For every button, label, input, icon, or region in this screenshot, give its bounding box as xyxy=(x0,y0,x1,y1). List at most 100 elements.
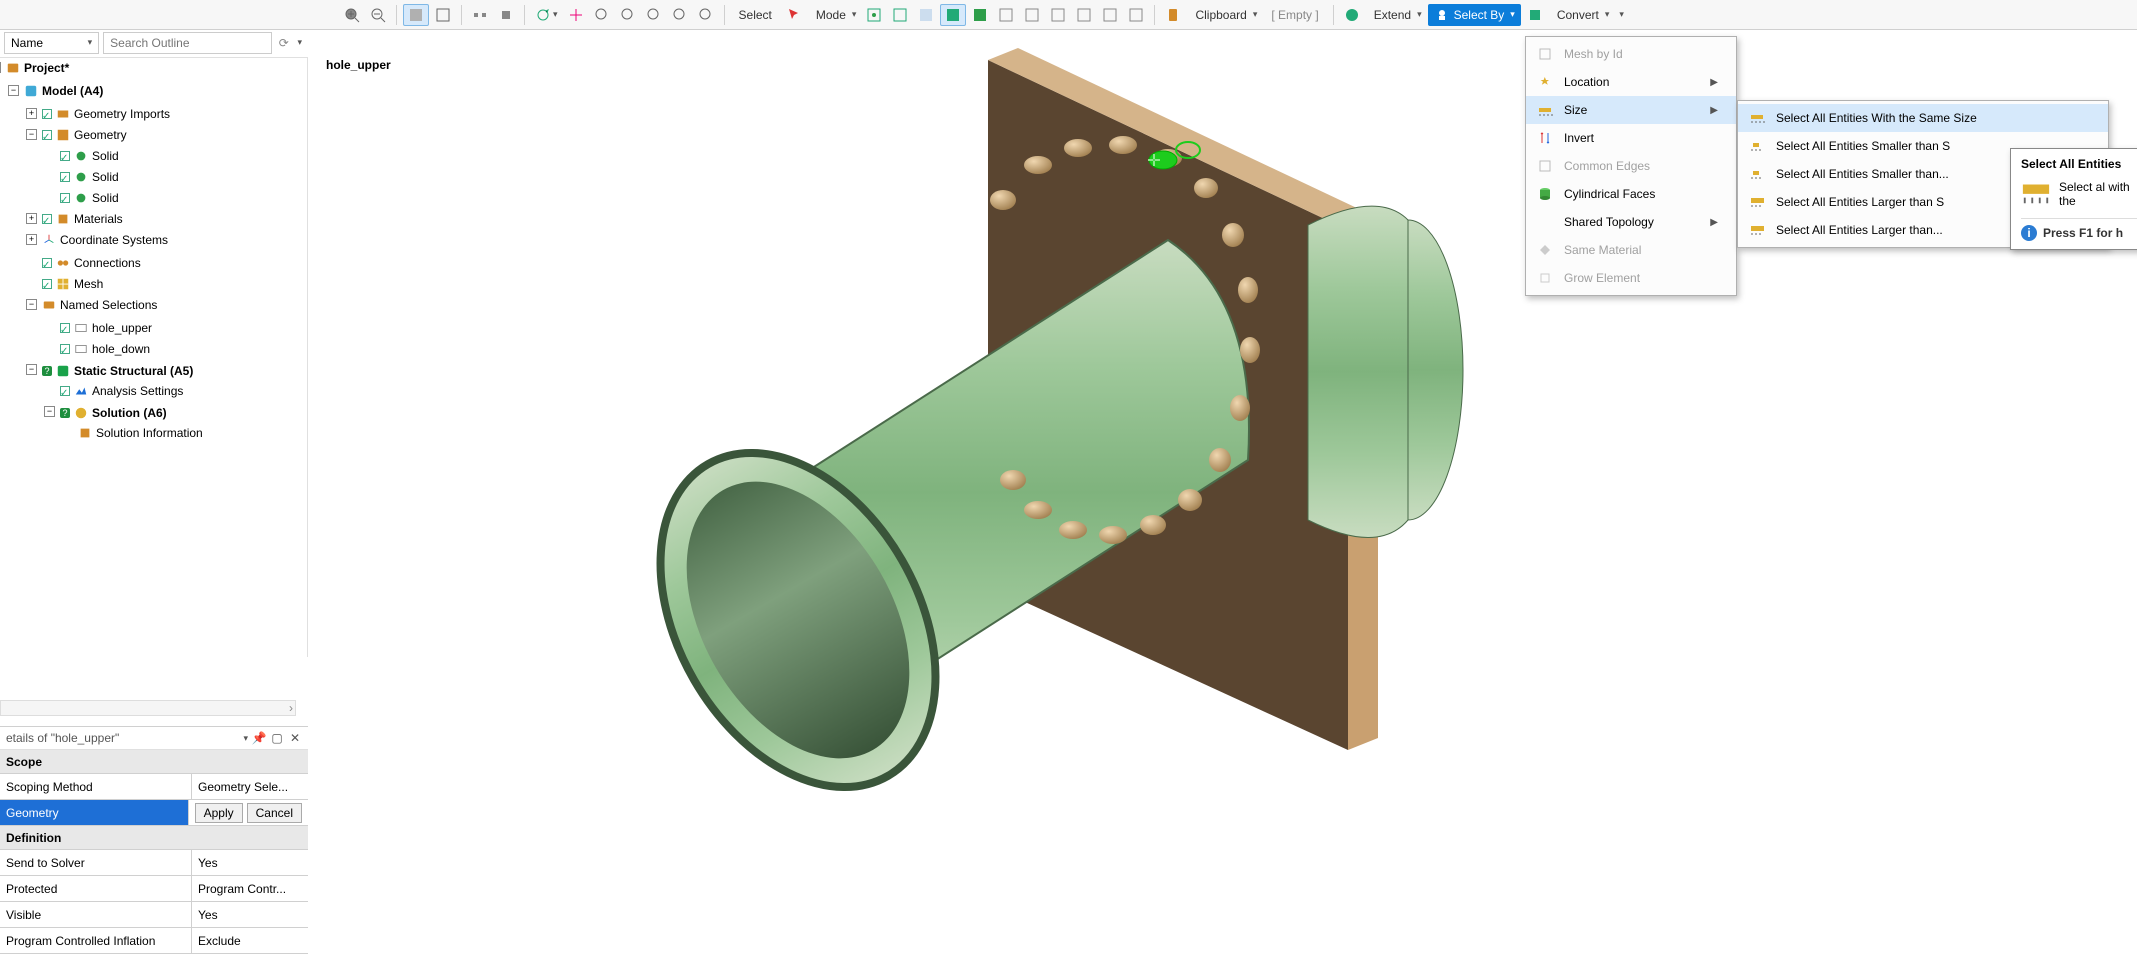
tree-geometry[interactable]: Geometry xyxy=(74,125,127,145)
toolbar-icon[interactable] xyxy=(1072,4,1096,26)
tree-solution-info[interactable]: Solution Information xyxy=(96,423,203,443)
zoom-fit-icon[interactable] xyxy=(590,4,614,26)
tree-hole-upper[interactable]: hole_upper xyxy=(92,318,152,338)
filter-name-dropdown[interactable]: Name xyxy=(4,32,99,54)
tree-hole-down[interactable]: hole_down xyxy=(92,339,150,359)
outline-h-scrollbar[interactable]: › xyxy=(0,700,296,716)
menu-size[interactable]: Size ▶ xyxy=(1526,96,1736,124)
menu-invert[interactable]: Invert xyxy=(1526,124,1736,152)
details-title: etails of "hole_upper" xyxy=(6,731,239,745)
tree-model[interactable]: Model (A4) xyxy=(42,81,103,101)
element-face-select-icon[interactable] xyxy=(1020,4,1044,26)
details-group-definition[interactable]: Definition xyxy=(0,826,308,850)
shaded-icon[interactable] xyxy=(403,4,429,26)
details-group-scope[interactable]: Scope xyxy=(0,750,308,774)
tree-coord-sys[interactable]: Coordinate Systems xyxy=(60,230,168,250)
rotate-icon[interactable] xyxy=(531,4,562,26)
details-value[interactable]: Exclude xyxy=(192,928,308,953)
toolbar-more-icon[interactable]: ▾ xyxy=(1615,9,1628,20)
zoom-window-icon[interactable] xyxy=(616,4,640,26)
tooltip-help: Press F1 for h xyxy=(2043,226,2123,240)
same-size-icon xyxy=(1748,109,1766,127)
select-button[interactable]: Select xyxy=(731,4,780,26)
expand-toggle[interactable]: − xyxy=(26,129,37,140)
undock-icon[interactable]: ▢ xyxy=(270,731,284,745)
refresh-icon[interactable]: ⟳ xyxy=(276,33,291,53)
expand-toggle[interactable]: − xyxy=(26,364,37,375)
tree-solid[interactable]: Solid xyxy=(92,188,119,208)
check-icon xyxy=(60,386,70,396)
details-row-send-to-solver[interactable]: Send to Solver Yes xyxy=(0,850,308,876)
menu-shared-topology[interactable]: Shared Topology ▶ xyxy=(1526,208,1736,236)
clipboard-icon[interactable] xyxy=(1161,4,1185,26)
tree-project[interactable]: Project* xyxy=(24,58,69,78)
edge-select-icon[interactable] xyxy=(888,4,912,26)
tree-named-sel[interactable]: Named Selections xyxy=(60,295,157,315)
expand-toggle[interactable]: + xyxy=(26,234,37,245)
expand-toggle[interactable]: + xyxy=(26,213,37,224)
select-by-dropdown[interactable]: Select By xyxy=(1428,4,1521,26)
vertex-select-icon[interactable] xyxy=(862,4,886,26)
tree-solid[interactable]: Solid xyxy=(92,167,119,187)
apply-button[interactable]: Apply xyxy=(195,803,243,823)
menu-cylindrical-faces[interactable]: Cylindrical Faces xyxy=(1526,180,1736,208)
search-input[interactable] xyxy=(103,32,272,54)
zoom-out-icon[interactable] xyxy=(366,4,390,26)
convert-icon[interactable] xyxy=(1523,4,1547,26)
assembly-icon[interactable] xyxy=(494,4,518,26)
mode-dropdown[interactable]: Mode xyxy=(808,4,861,26)
expand-toggle[interactable]: − xyxy=(8,85,19,96)
solution-info-icon xyxy=(78,426,92,440)
pan-icon[interactable] xyxy=(564,4,588,26)
convert-dropdown[interactable]: Convert xyxy=(1549,4,1614,26)
zoom-in-icon[interactable] xyxy=(340,4,364,26)
tree-analysis-settings[interactable]: Analysis Settings xyxy=(92,381,183,401)
details-row-visible[interactable]: Visible Yes xyxy=(0,902,308,928)
node-select-icon[interactable] xyxy=(968,4,992,26)
close-icon[interactable]: ✕ xyxy=(288,731,302,745)
explode-icon[interactable] xyxy=(468,4,492,26)
tree-solid[interactable]: Solid xyxy=(92,146,119,166)
details-row-geometry[interactable]: Geometry Apply Cancel xyxy=(0,800,308,826)
body-select-icon[interactable] xyxy=(940,4,966,26)
cancel-button[interactable]: Cancel xyxy=(247,803,302,823)
tree-connections[interactable]: Connections xyxy=(74,253,141,273)
details-value[interactable]: Geometry Sele... xyxy=(192,774,308,799)
wireframe-icon[interactable] xyxy=(431,4,455,26)
select-mode-pointer-icon[interactable] xyxy=(782,4,806,26)
expand-toggle[interactable]: − xyxy=(26,299,37,310)
toolbar-icon[interactable] xyxy=(1124,4,1148,26)
details-value[interactable]: Yes xyxy=(192,902,308,927)
zoom-sel-icon[interactable] xyxy=(668,4,692,26)
details-value[interactable]: Program Contr... xyxy=(192,876,308,901)
details-row-protected[interactable]: Protected Program Contr... xyxy=(0,876,308,902)
element-select-icon[interactable] xyxy=(994,4,1018,26)
toolbar-icon[interactable] xyxy=(1046,4,1070,26)
tree-geom-imports[interactable]: Geometry Imports xyxy=(74,104,170,124)
filter-more-icon[interactable]: ▾ xyxy=(295,37,304,48)
menu-same-size[interactable]: Select All Entities With the Same Size xyxy=(1738,104,2108,132)
toolbar-icon[interactable] xyxy=(1098,4,1122,26)
extend-icon[interactable] xyxy=(1340,4,1364,26)
clipboard-dropdown[interactable]: Clipboard xyxy=(1187,4,1261,26)
tree-static-structural[interactable]: Static Structural (A5) xyxy=(74,361,193,381)
expand-toggle[interactable]: + xyxy=(26,108,37,119)
tree-solution[interactable]: Solution (A6) xyxy=(92,403,167,423)
pin-icon[interactable]: 📌 xyxy=(252,731,266,745)
outline-tree[interactable]: − Project* − Model (A4) + xyxy=(0,58,308,657)
dropdown-icon[interactable]: ▾ xyxy=(243,733,248,744)
tree-materials[interactable]: Materials xyxy=(74,209,123,229)
zoom-prev-icon[interactable] xyxy=(642,4,666,26)
details-row-prog-ctrl-inflation[interactable]: Program Controlled Inflation Exclude xyxy=(0,928,308,954)
zoom-all-icon[interactable] xyxy=(694,4,718,26)
expand-toggle[interactable]: − xyxy=(44,406,55,417)
check-icon xyxy=(60,172,70,182)
extend-dropdown[interactable]: Extend xyxy=(1366,4,1426,26)
details-panel-header: etails of "hole_upper" ▾ 📌 ▢ ✕ xyxy=(0,726,308,750)
menu-location[interactable]: Location ▶ xyxy=(1526,68,1736,96)
tree-mesh[interactable]: Mesh xyxy=(74,274,103,294)
details-row-scoping-method[interactable]: Scoping Method Geometry Sele... xyxy=(0,774,308,800)
expand-toggle[interactable]: − xyxy=(0,62,1,73)
details-value[interactable]: Yes xyxy=(192,850,308,875)
face-select-icon[interactable] xyxy=(914,4,938,26)
